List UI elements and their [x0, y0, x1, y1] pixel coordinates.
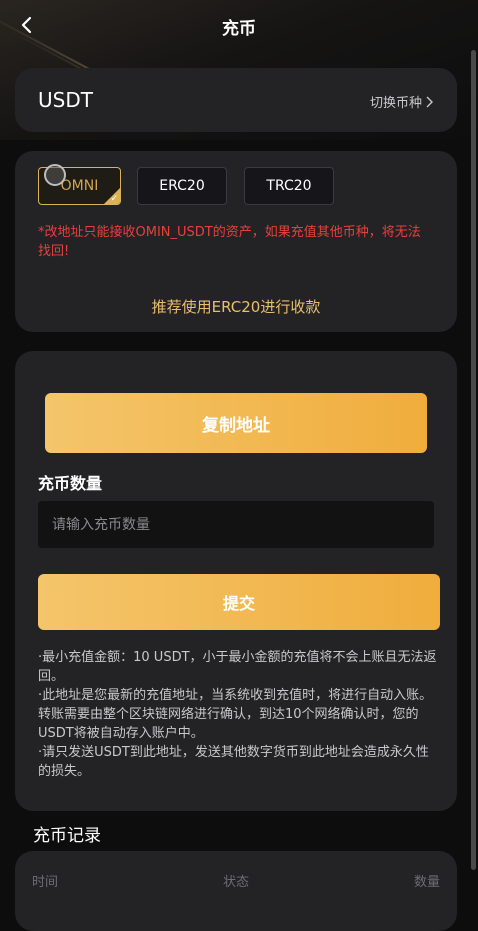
- copy-address-button[interactable]: 复制地址: [45, 393, 427, 453]
- currency-card: USDT 切换币种: [15, 68, 457, 132]
- records-title: 充币记录: [33, 826, 101, 846]
- network-warning-text: *改地址只能接收OMIN_USDT的资产，如果充值其他币种，将无法找回!: [38, 225, 421, 259]
- touch-cursor-indicator: [44, 164, 66, 186]
- deposit-card: 复制地址 充币数量 提交 ·最小充值金额：10 USDT，小于最小金额的充值将不…: [15, 351, 457, 811]
- top-bar: 充币: [0, 0, 478, 52]
- network-card: OMNI ✓ ERC20 TRC20 *改地址只能接收OMIN_USDT的资产，…: [15, 151, 457, 332]
- network-option-trc20[interactable]: TRC20: [244, 167, 334, 205]
- switch-currency-label: 切换币种: [369, 96, 422, 111]
- amount-input[interactable]: [38, 501, 434, 548]
- network-option-erc20[interactable]: ERC20: [137, 167, 227, 205]
- chevron-right-icon: [426, 96, 433, 107]
- scrollbar[interactable]: [471, 50, 476, 870]
- records-card: 时间 状态 数量: [15, 851, 457, 931]
- currency-name: USDT: [38, 88, 93, 112]
- check-icon: ✓: [110, 194, 118, 204]
- note-usdt-only: ·请只发送USDT到此地址，发送其他数字货币到此地址会造成永久性的损失。: [38, 745, 429, 779]
- note-address-confirmation: ·此地址是您最新的充值地址，当系统收到充值时，将进行自动入账。转账需要由整个区块…: [38, 688, 433, 741]
- page-title: 充币: [222, 19, 256, 39]
- network-option-label: OMNI: [60, 178, 99, 194]
- network-option-label: TRC20: [266, 178, 312, 194]
- deposit-notes: ·最小充值金额：10 USDT，小于最小金额的充值将不会上账且无法返回。 ·此地…: [38, 648, 438, 781]
- submit-button[interactable]: 提交: [38, 574, 440, 630]
- network-option-label: ERC20: [159, 178, 205, 194]
- note-min-amount: ·最小充值金额：10 USDT，小于最小金额的充值将不会上账且无法返回。: [38, 650, 437, 684]
- switch-currency-link[interactable]: 切换币种: [370, 92, 433, 111]
- records-column-status: 状态: [223, 875, 250, 890]
- network-recommendation: 推荐使用ERC20进行收款: [151, 298, 321, 316]
- records-column-time: 时间: [32, 875, 59, 890]
- records-column-amount: 数量: [413, 875, 440, 890]
- amount-label: 充币数量: [38, 474, 103, 493]
